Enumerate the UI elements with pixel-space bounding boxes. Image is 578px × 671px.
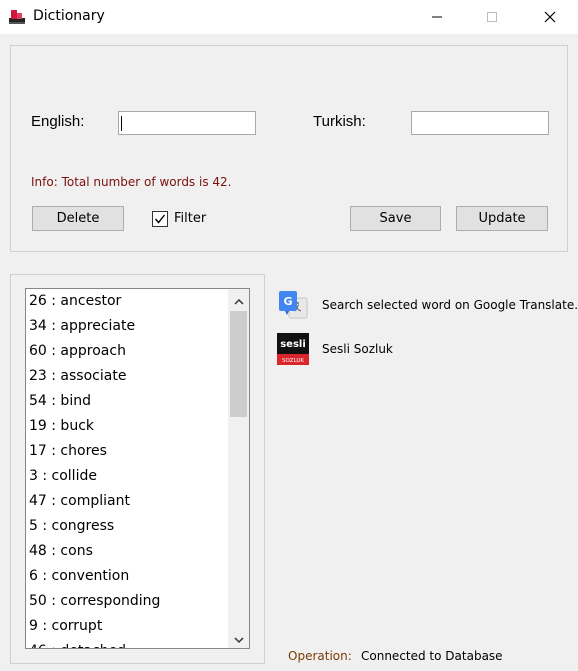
update-button[interactable]: Update — [456, 206, 548, 231]
google-translate-icon: G — [277, 289, 309, 321]
english-field[interactable] — [118, 111, 256, 135]
list-item[interactable]: 6 : convention — [26, 564, 228, 589]
sesli-sozluk-text[interactable]: Sesli Sozluk — [322, 342, 393, 356]
turkish-label: Turkish: — [313, 113, 366, 130]
sesli-icon-text-top: sesli — [280, 339, 306, 350]
minimize-icon — [431, 8, 443, 27]
list-item[interactable]: 5 : congress — [26, 514, 228, 539]
list-item[interactable]: 17 : chores — [26, 439, 228, 464]
sesli-icon-text-bottom: SOZLUK — [282, 358, 304, 364]
list-item[interactable]: 46 : detached — [26, 639, 228, 648]
sesli-sozluk-link[interactable]: sesli SOZLUK Sesli Sozluk — [277, 333, 393, 365]
english-label: English: — [31, 113, 85, 130]
operation-label: Operation: — [288, 649, 352, 663]
svg-text:G: G — [283, 295, 292, 308]
maximize-icon — [486, 8, 498, 27]
list-item[interactable]: 19 : buck — [26, 414, 228, 439]
list-item[interactable]: 26 : ancestor — [26, 289, 228, 314]
word-list-items: 26 : ancestor 34 : appreciate 60 : appro… — [26, 289, 228, 648]
info-message: Info: Total number of words is 42. — [31, 175, 232, 189]
scroll-thumb[interactable] — [230, 311, 247, 417]
scroll-up-button[interactable] — [228, 289, 249, 309]
list-item[interactable]: 9 : corrupt — [26, 614, 228, 639]
filter-checkbox[interactable] — [152, 211, 168, 227]
chevron-up-icon — [233, 290, 244, 309]
list-item[interactable]: 60 : approach — [26, 339, 228, 364]
title-bar: Dictionary — [0, 0, 578, 34]
text-caret — [121, 116, 122, 131]
scroll-down-button[interactable] — [228, 628, 249, 648]
google-translate-text[interactable]: Search selected word on Google Translate… — [322, 298, 578, 312]
list-item[interactable]: 48 : cons — [26, 539, 228, 564]
checkmark-icon — [154, 210, 166, 229]
list-item[interactable]: 50 : corresponding — [26, 589, 228, 614]
google-translate-link[interactable]: G Search selected word on Google Transla… — [277, 289, 578, 321]
list-item[interactable]: 3 : collide — [26, 464, 228, 489]
minimize-button[interactable] — [414, 0, 460, 34]
filter-label[interactable]: Filter — [174, 211, 206, 226]
maximize-button[interactable] — [469, 0, 515, 34]
close-button[interactable] — [527, 0, 573, 34]
list-item[interactable]: 47 : compliant — [26, 489, 228, 514]
close-icon — [544, 8, 556, 27]
word-listbox[interactable]: 26 : ancestor 34 : appreciate 60 : appro… — [25, 288, 250, 649]
window-title: Dictionary — [33, 8, 105, 24]
delete-button[interactable]: Delete — [32, 206, 124, 231]
list-item[interactable]: 34 : appreciate — [26, 314, 228, 339]
dictionary-app-icon — [8, 9, 26, 25]
sesli-sozluk-icon: sesli SOZLUK — [277, 333, 309, 365]
list-item[interactable]: 54 : bind — [26, 389, 228, 414]
list-item[interactable]: 23 : associate — [26, 364, 228, 389]
list-scrollbar[interactable] — [228, 289, 249, 648]
save-button[interactable]: Save — [350, 206, 441, 231]
operation-status: Connected to Database — [361, 649, 503, 663]
chevron-down-icon — [233, 629, 244, 648]
turkish-field[interactable] — [411, 111, 549, 135]
